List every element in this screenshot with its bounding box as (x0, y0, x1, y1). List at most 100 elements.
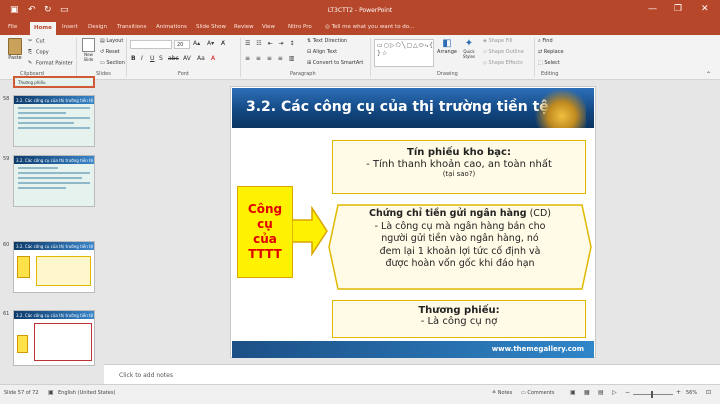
tab-design[interactable]: Design (88, 24, 107, 30)
thumbnail-slide-57[interactable]: Thương phiếu (13, 76, 95, 88)
shrink-font-button[interactable]: A▾ (207, 40, 214, 47)
shape-outline-button[interactable]: ▱ Shape Outline (483, 49, 524, 55)
zoom-out-icon[interactable]: − (625, 389, 630, 396)
box-heading: Thương phiếu: (418, 305, 500, 316)
copy-button[interactable]: ⎘ Copy (28, 49, 49, 56)
thumbnail-number: 60 (3, 242, 10, 248)
tell-me-box[interactable]: ◎ Tell me what you want to do... (325, 24, 414, 30)
bold-button[interactable]: B (131, 55, 136, 62)
normal-view-icon[interactable]: ▣ (570, 389, 576, 396)
thumbnail-slide-61[interactable]: 3.2. Các công cụ của thị trường tiền tệ (13, 310, 95, 366)
thumbnail-slide-58[interactable]: 3.2. Các công cụ của thị trường tiền tệ (13, 95, 95, 147)
commercial-paper-box[interactable]: Thương phiếu: - Là công cụ nợ (332, 300, 586, 338)
arrange-button[interactable]: ◧ Arrange (437, 38, 457, 55)
tab-view[interactable]: View (262, 24, 275, 30)
zoom-slider[interactable] (633, 394, 673, 395)
group-drawing-label: Drawing (437, 71, 458, 77)
find-button[interactable]: ⌕ Find (538, 38, 553, 44)
quick-styles-label: Quick Styles (462, 49, 476, 59)
font-size-dropdown[interactable]: 20 (174, 40, 190, 49)
spacing-button[interactable]: AV (183, 55, 191, 62)
slideshow-icon[interactable]: ▷ (612, 389, 617, 396)
quick-styles-button[interactable]: ✦ Quick Styles (459, 38, 479, 59)
shape-fill-button[interactable]: ◈ Shape Fill (483, 38, 512, 44)
box-line: đem lại 1 khoản lợi tức cố định và (379, 245, 541, 257)
italic-button[interactable]: I (141, 55, 143, 62)
underline-button[interactable]: U (150, 55, 154, 62)
reading-view-icon[interactable]: ▤ (598, 389, 604, 396)
notes-pane[interactable]: Click to add notes (104, 364, 720, 384)
strikethrough-button[interactable]: abc (168, 55, 179, 62)
zoom-level[interactable]: 56% (686, 390, 697, 396)
slide-sorter-icon[interactable]: ▦ (584, 389, 590, 396)
clear-format-icon[interactable]: A̸ (221, 40, 225, 47)
thumbnail-slide-59[interactable]: 3.2. Các công cụ của thị trường tiền tệ (13, 155, 95, 207)
font-size-value: 20 (177, 42, 184, 48)
center-label-line: TTTT (248, 247, 282, 261)
new-slide-button[interactable]: New Slide (80, 38, 97, 62)
treasury-bill-box[interactable]: Tín phiếu kho bạc: - Tính thanh khoản ca… (332, 140, 586, 194)
format-painter-label: Format Painter (36, 60, 73, 67)
collapse-ribbon-icon[interactable]: ⌃ (706, 71, 711, 78)
tab-nitro-pro[interactable]: Nitro Pro (288, 24, 312, 30)
fit-slide-icon[interactable]: ⊡ (706, 389, 711, 396)
shapes-gallery[interactable]: ▭○▷⬠╲▢△⬭⤷{ }☆ (374, 39, 434, 67)
tab-animations[interactable]: Animations (156, 24, 187, 30)
text-direction-button[interactable]: ⇅ Text Direction (307, 38, 347, 44)
spellcheck-icon[interactable]: ▣ (48, 389, 54, 396)
align-text-label: Align Text (312, 49, 338, 55)
zoom-in-icon[interactable]: + (676, 389, 681, 396)
list-buttons[interactable]: ☰ ☷ ⇤ ⇥ ↕ (245, 40, 296, 47)
group-paragraph-label: Paragraph (290, 71, 316, 77)
select-button[interactable]: ⬚ Select (538, 60, 560, 66)
paste-label: Paste (8, 55, 22, 61)
shape-outline-label: Shape Outline (488, 49, 524, 55)
cut-label: Cut (36, 38, 45, 45)
thumbnail-slide-60[interactable]: 3.2. Các công cụ của thị trường tiền tệ (13, 241, 95, 293)
tab-home[interactable]: Home (30, 22, 56, 35)
tab-insert[interactable]: Insert (62, 24, 78, 30)
alignment-buttons[interactable]: ≡ ≡ ≡ ≡ ▥ (245, 55, 296, 62)
center-label-line: cụ (257, 217, 273, 231)
grow-font-button[interactable]: A▴ (193, 40, 200, 47)
minimize-icon[interactable]: — (648, 4, 657, 14)
close-icon[interactable]: ✕ (701, 4, 709, 14)
align-text-button[interactable]: ⊟ Align Text (307, 49, 337, 55)
notes-button[interactable]: ≜ Notes (492, 390, 512, 396)
cut-button[interactable]: ✂ Cut (28, 38, 45, 45)
reset-button[interactable]: ↺ Reset (100, 49, 120, 55)
box-line: - Là công cụ nợ (420, 316, 498, 327)
shadow-button[interactable]: S (159, 55, 163, 62)
tab-file[interactable]: File (8, 24, 17, 30)
tab-transitions[interactable]: Transitions (117, 24, 146, 30)
maximize-icon[interactable]: ❐ (674, 4, 682, 14)
paste-button[interactable]: Paste (6, 38, 24, 61)
format-painter-button[interactable]: ✎ Format Painter (28, 60, 73, 67)
slide-thumbnails-pane: Thương phiếu 58 3.2. Các công cụ của thị… (0, 76, 104, 384)
thumbnail-number: 61 (3, 311, 10, 317)
tab-review[interactable]: Review (234, 24, 254, 30)
font-color-button[interactable]: A (211, 55, 215, 62)
new-slide-icon (82, 38, 95, 52)
zoom-slider-thumb[interactable] (651, 391, 653, 398)
language-indicator[interactable]: English (United States) (58, 390, 115, 396)
section-button[interactable]: ▭ Section (100, 60, 125, 66)
replace-button[interactable]: ⇄ Replace (538, 49, 564, 55)
cd-box[interactable]: Chứng chỉ tiền gửi ngân hàng (CD) - Là c… (332, 208, 588, 286)
comments-label: Comments (527, 390, 555, 396)
font-name-dropdown[interactable] (130, 40, 172, 49)
quick-styles-icon: ✦ (464, 38, 474, 49)
tab-slide-show[interactable]: Slide Show (196, 24, 226, 30)
divider (370, 38, 371, 77)
slide-title[interactable]: 3.2. Các công cụ của thị trường tiền tệ (232, 88, 594, 128)
box-note: (tại sao?) (442, 170, 476, 178)
smartart-button[interactable]: ⊞ Convert to SmartArt (307, 60, 363, 66)
divider (240, 38, 241, 77)
comments-button[interactable]: ▭ Comments (521, 390, 554, 396)
layout-button[interactable]: ▤ Layout (100, 38, 123, 44)
shape-effects-button[interactable]: ◇ Shape Effects (483, 60, 523, 66)
change-case-button[interactable]: Aa (197, 55, 205, 62)
center-label-box[interactable]: Công cụ của TTTT (237, 186, 293, 278)
brush-icon: ✎ (28, 60, 33, 66)
notes-label: Notes (497, 390, 513, 396)
